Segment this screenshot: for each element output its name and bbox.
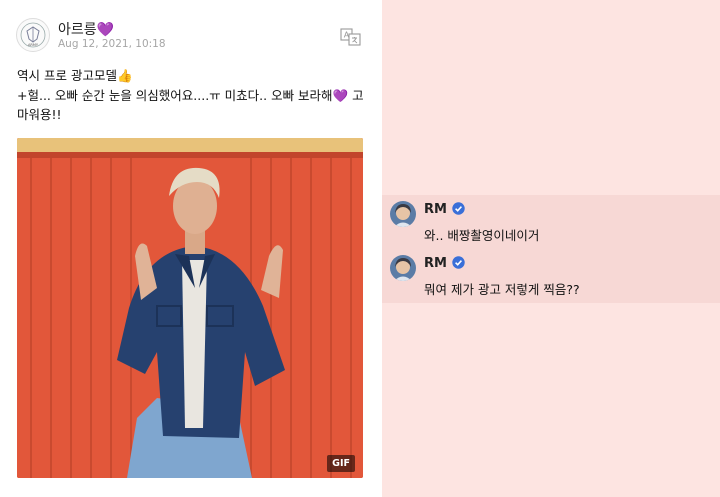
verified-badge-icon (452, 256, 465, 269)
avatar[interactable] (390, 201, 416, 227)
purple-heart-emoji: 💜 (96, 22, 115, 38)
comment-text: 뭐여 제가 광고 저렇게 찍음?? (424, 282, 580, 297)
translate-icon[interactable]: A (340, 28, 362, 46)
post-timestamp: Aug 12, 2021, 10:18 (58, 38, 166, 50)
army-logo-icon[interactable]: ARMY (16, 18, 50, 52)
comment-text: 와.. 배짱촬영이네이거 (424, 228, 540, 243)
comment-author[interactable]: RM (424, 256, 465, 271)
author-name: 아르릉 (58, 22, 97, 38)
comment-item: RM 와.. 배짱촬영이네이거 (382, 195, 720, 249)
post-author[interactable]: 아르릉💜 (58, 19, 114, 39)
post-line: 마워용!! (17, 107, 62, 122)
post-text: 역시 프로 광고모델👍 +헐... 오빠 순간 눈을 의심했어요....ㅠ 미쵸… (17, 66, 369, 125)
comment-item: RM 뭐여 제가 광고 저렇게 찍음?? (382, 249, 720, 303)
post-card: ARMY 아르릉💜 Aug 12, 2021, 10:18 A 역시 프로 광고… (0, 0, 382, 497)
gif-badge: GIF (327, 455, 355, 472)
post-gif-image[interactable]: GIF (17, 138, 363, 478)
author-name: RM (424, 256, 447, 271)
comment-author[interactable]: RM (424, 202, 465, 217)
verified-badge-icon (452, 202, 465, 215)
post-line: +헐... 오빠 순간 눈을 의심했어요....ㅠ 미쵸다.. 오빠 보라해💜 … (17, 87, 364, 103)
avatar[interactable] (390, 255, 416, 281)
post-line: 역시 프로 광고모델👍 (17, 68, 133, 83)
author-name: RM (424, 202, 447, 217)
comment-thread: RM 와.. 배짱촬영이네이거 RM 뭐여 제가 광고 저렇게 찍음?? (382, 195, 720, 303)
svg-text:ARMY: ARMY (28, 43, 39, 47)
